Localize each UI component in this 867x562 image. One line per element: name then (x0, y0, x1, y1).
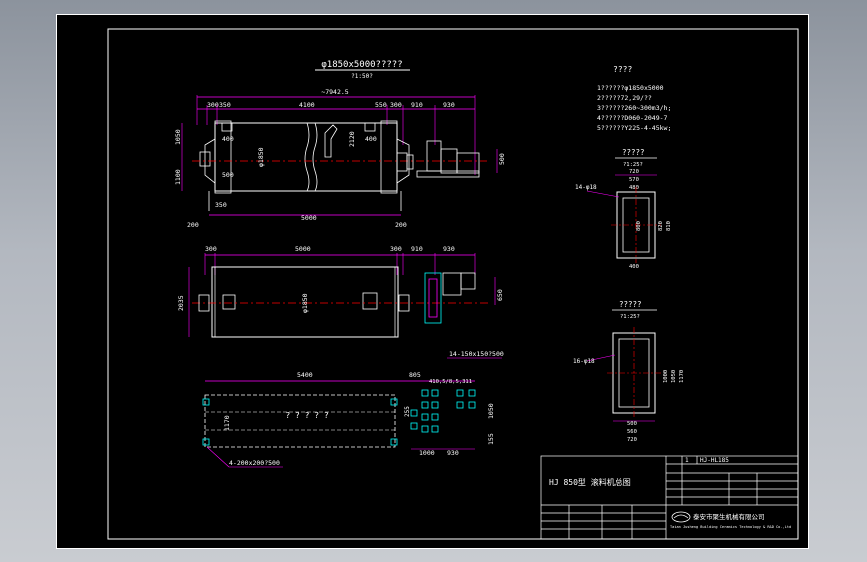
drawing-sheet[interactable]: φ1850x5000????? ?1:50? ~7942.5 300 350 4… (56, 14, 809, 549)
motor-base-plan (424, 272, 442, 324)
spec-line-2: 2?????72,29/?? (597, 94, 652, 102)
dim-550: 550 (375, 101, 387, 109)
detail2-holes: 16-φ18 (573, 358, 595, 365)
break-line-1 (304, 122, 310, 192)
dim-overall: ~7942.5 (321, 88, 348, 96)
detail-inlet-flange: ????? ?1:25? 720 570 480 800 820 810 400… (575, 148, 672, 270)
dim-4100: 4100 (299, 101, 315, 109)
spec-line-5: 5??????Y225-4-45kw; (597, 124, 671, 132)
title-block-company: 泰安市聚生机械有限公司 (693, 512, 765, 521)
dim-910: 910 (411, 101, 423, 109)
drum-body-side (214, 122, 398, 192)
dim-350b: 350 (215, 201, 227, 209)
dim-500r: 500 (498, 153, 506, 165)
dim-1000: 1000 (419, 449, 435, 457)
detail1-bottom: 400 (629, 264, 639, 270)
dim-1050: 1050 (174, 129, 182, 145)
plan-view: 300 5000 300 910 930 2035 φ1850 650 (177, 245, 504, 338)
dim-mid-phi1850: φ1850 (301, 293, 309, 313)
dim-mid-930: 930 (443, 245, 455, 253)
drawing-scale: ?1:50? (351, 73, 373, 80)
title-block-drawing-name: HJ 850型 滚料机总图 (549, 477, 631, 487)
top-port-left (221, 122, 233, 132)
dim-1100: 1100 (174, 169, 182, 185)
dim-350a: 350 (219, 101, 231, 109)
detail2-scale: ?1:25? (620, 314, 640, 320)
detail2-title: ????? (619, 300, 642, 309)
drum-ring-right (380, 120, 398, 194)
gear-coupling (396, 152, 408, 172)
detail2-b1: 500 (627, 421, 637, 427)
dim-mid-300: 300 (205, 245, 217, 253)
dim-930b: 930 (447, 449, 459, 457)
foundation-plan-view: 5400 805 410,5/8,5,311 14-150x150?500 ? … (202, 350, 504, 468)
anchor-bolt-grid (410, 389, 476, 433)
gear-reducer (426, 140, 442, 172)
detail1-title: ????? (622, 148, 645, 157)
motor-base (416, 170, 480, 178)
dim-650: 650 (496, 289, 504, 301)
spec-line-4: 4??????D060-2049-7 (597, 114, 668, 122)
motor-plan (442, 272, 462, 296)
foundation-outline (204, 394, 396, 448)
dim-mid-5000: 5000 (295, 245, 311, 253)
dim-805: 805 (409, 371, 421, 379)
dim-300b: 300 (390, 101, 402, 109)
dim-255: 255 (404, 406, 411, 417)
drawing-svg: φ1850x5000????? ?1:50? ~7942.5 300 350 4… (107, 28, 799, 540)
detail1-w3: 480 (629, 185, 639, 191)
dim-2035: 2035 (177, 295, 185, 311)
title-block-code: HJ-HL185 (700, 457, 729, 464)
dim-200: 200 (187, 221, 199, 229)
dim-phi1850: φ1850 (257, 147, 265, 167)
plan-port-right (362, 292, 378, 310)
plan-port-left (222, 294, 236, 310)
leader-bolt-note: 14-150x150?500 (449, 350, 504, 358)
detail2-h1: 1000 (663, 370, 669, 383)
dim-500: 500 (222, 171, 234, 179)
spec-line-3: 3??????260~300m3/h; (597, 104, 671, 112)
detail1-holes: 14-φ18 (575, 184, 597, 191)
detail1-scale: ?1:25? (623, 162, 643, 168)
dim-5400: 5400 (297, 371, 313, 379)
break-line-2 (312, 122, 318, 192)
dim-mid-300b: 300 (390, 245, 402, 253)
dim-1050b: 1050 (487, 403, 495, 419)
title-block-code-label: 1 (685, 457, 689, 464)
detail1-h3: 810 (666, 221, 672, 231)
detail2-h3: 1170 (679, 370, 685, 383)
specs-heading: ???? (613, 65, 632, 74)
spec-line-1: 1??????φ1850x5000 (597, 84, 664, 92)
detail1-w1: 720 (629, 169, 639, 175)
detail1-h2: 820 (658, 221, 664, 231)
detail-outlet-flange: ????? ?1:25? 16-φ18 1000 1050 1170 500 5… (573, 300, 685, 443)
specifications: ???? 1??????φ1850x5000 2?????72,29/?? 3?… (597, 65, 671, 132)
dim-400b: 400 (365, 135, 377, 143)
title-block-company-en: Taian Jusheng Building Ceramics Technolo… (670, 525, 791, 529)
detail2-b3: 720 (627, 437, 637, 443)
detail2-h2: 1050 (671, 370, 677, 383)
detail2-b2: 560 (627, 429, 637, 435)
dim-410: 410,5/8,5,311 (429, 379, 472, 385)
foundation-label: ? ? ? ? ? (285, 411, 329, 420)
front-elevation-view: ~7942.5 300 350 4100 550 300 910 930 105… (174, 88, 506, 229)
dim-200b: 200 (395, 221, 407, 229)
dim-2120: 2120 (348, 131, 356, 147)
drum-ring-left (214, 120, 232, 194)
top-port-right (364, 122, 376, 132)
dim-930: 930 (443, 101, 455, 109)
detail1-w2: 570 (629, 177, 639, 183)
dim-mid-910: 910 (411, 245, 423, 253)
company-logo (671, 511, 691, 523)
dim-155: 155 (487, 433, 495, 445)
anchor-note: 4-200x200?500 (229, 459, 280, 467)
dim-400: 400 (222, 135, 234, 143)
dim-5000: 5000 (301, 214, 317, 222)
internal-chute (324, 124, 338, 158)
drawing-title: φ1850x5000????? (321, 60, 402, 70)
dim-1170: 1170 (223, 415, 231, 431)
detail1-h1: 800 (636, 221, 642, 231)
